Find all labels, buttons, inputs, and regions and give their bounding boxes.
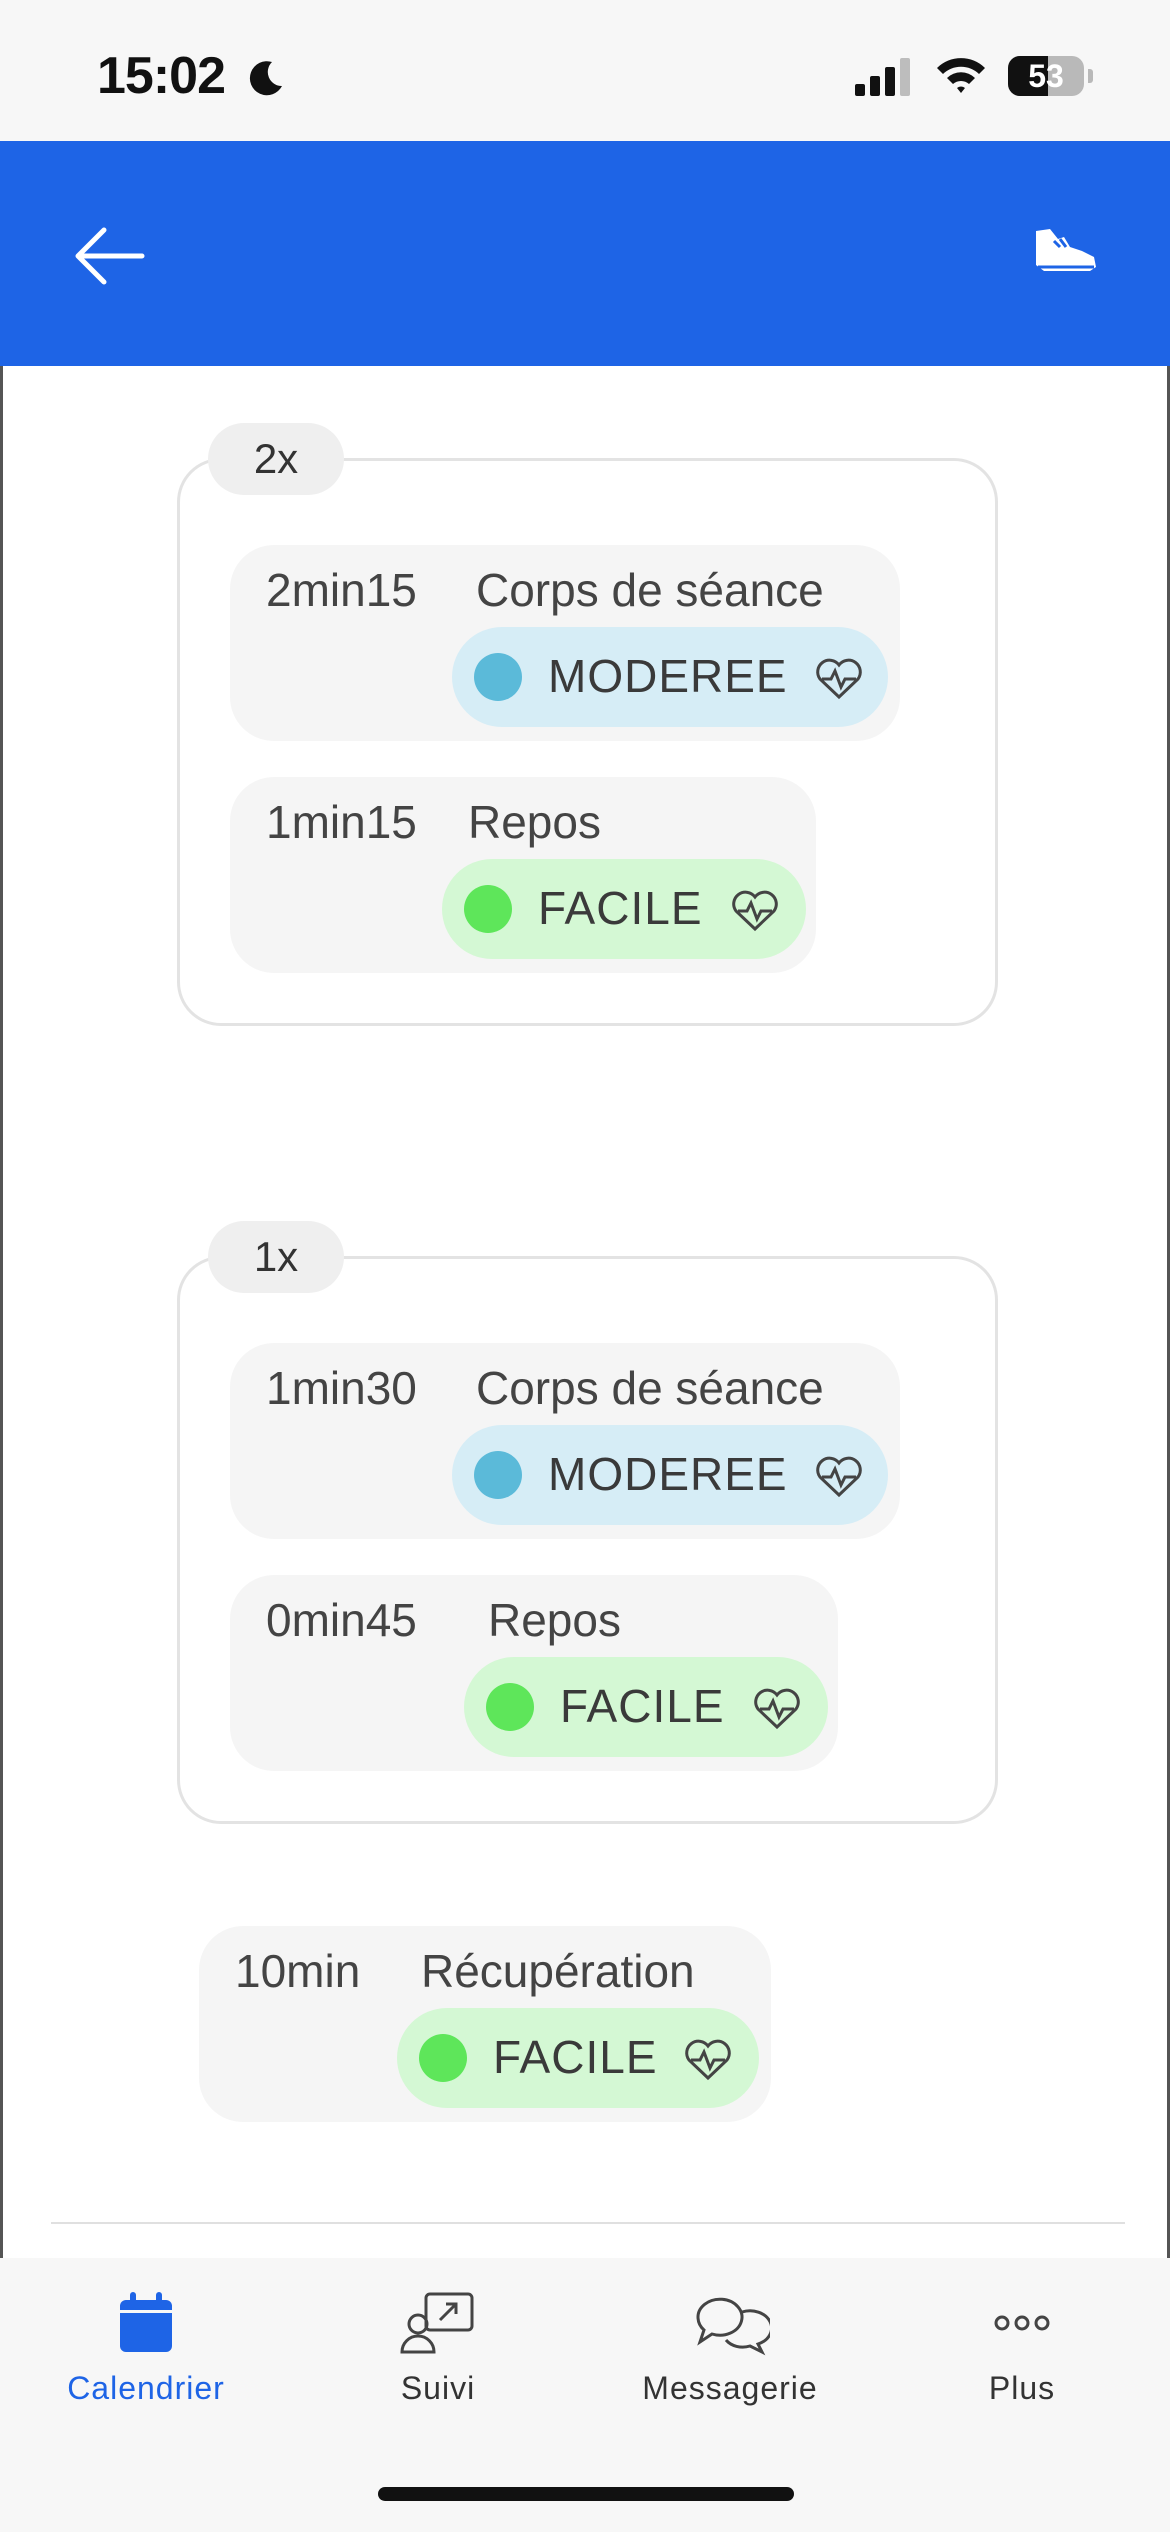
step-duration: 1min15 [266, 796, 417, 848]
intensity-dot [486, 1683, 534, 1731]
moon-icon [249, 61, 282, 96]
arrow-left-icon[interactable] [70, 216, 150, 296]
tab-calendrier[interactable]: Calendrier [0, 2258, 292, 2418]
workout-step[interactable]: 2min15 Corps de séance MODEREE [230, 545, 900, 741]
intensity-pill: MODEREE [452, 1425, 888, 1525]
tab-messagerie[interactable]: Messagerie [584, 2258, 876, 2418]
intensity-pill: MODEREE [452, 627, 888, 727]
tab-suivi[interactable]: Suivi [292, 2258, 584, 2418]
status-bar: 15:02 53 [0, 0, 1170, 141]
heart-rate-icon [732, 890, 778, 932]
wifi-icon [937, 58, 985, 93]
repeat-badge: 2x [208, 423, 344, 495]
heart-rate-icon [754, 1688, 800, 1730]
workout-content: 2x 2min15 Corps de séance MODEREE 1min15… [0, 366, 1170, 2258]
intensity-label: FACILE [538, 882, 703, 934]
heart-rate-icon [816, 1456, 862, 1498]
repeat-group: 2x 2min15 Corps de séance MODEREE 1min15… [177, 423, 998, 1026]
intensity-label: FACILE [560, 1680, 725, 1732]
step-title: Corps de séance [476, 1362, 824, 1414]
step-duration: 10min [235, 1945, 361, 1997]
intensity-pill: FACILE [464, 1657, 828, 1757]
intensity-dot [464, 885, 512, 933]
workout-step[interactable]: 0min45 Repos FACILE [230, 1575, 838, 1771]
workout-step[interactable]: 1min15 Repos FACILE [230, 777, 816, 973]
signal-icon [855, 58, 910, 96]
tab-label: Messagerie [642, 2370, 818, 2406]
app-header [0, 141, 1170, 366]
step-duration: 1min30 [266, 1362, 417, 1414]
intensity-dot [419, 2034, 467, 2082]
more-icon [994, 2315, 1050, 2331]
tracking-icon [400, 2292, 474, 2354]
step-title: Récupération [421, 1945, 695, 1997]
step-title: Corps de séance [476, 564, 824, 616]
tab-label: Calendrier [67, 2370, 225, 2406]
intensity-pill: FACILE [397, 2008, 759, 2108]
chat-icon [696, 2297, 770, 2356]
tab-label: Suivi [400, 2370, 476, 2406]
tab-label: Plus [988, 2370, 1056, 2406]
recovery-step[interactable]: 10min Récupération FACILE [199, 1926, 771, 2122]
step-duration: 0min45 [266, 1594, 417, 1646]
running-shoe-icon[interactable] [1030, 221, 1100, 281]
battery-level: 53 [1028, 58, 1064, 94]
step-duration: 2min15 [266, 564, 417, 616]
repeat-badge: 1x [208, 1221, 344, 1293]
step-title: Repos [488, 1594, 621, 1646]
battery-indicator: 53 [1008, 56, 1093, 96]
repeat-group: 1x 1min30 Corps de séance MODEREE 0min45… [177, 1221, 998, 1824]
workout-step[interactable]: 1min30 Corps de séance MODEREE [230, 1343, 900, 1539]
intensity-label: FACILE [493, 2031, 658, 2083]
intensity-dot [474, 1451, 522, 1499]
home-indicator [378, 2487, 794, 2501]
battery-tip [1088, 69, 1093, 83]
divider [51, 2222, 1125, 2224]
intensity-label: MODEREE [548, 650, 788, 702]
tab-plus[interactable]: Plus [876, 2258, 1168, 2418]
step-title: Repos [468, 796, 601, 848]
intensity-dot [474, 653, 522, 701]
heart-rate-icon [685, 2039, 731, 2081]
intensity-label: MODEREE [548, 1448, 788, 1500]
battery-body: 53 [1008, 56, 1084, 96]
status-time: 15:02 [97, 47, 226, 105]
calendar-icon [120, 2292, 172, 2352]
heart-rate-icon [816, 658, 862, 700]
intensity-pill: FACILE [442, 859, 806, 959]
